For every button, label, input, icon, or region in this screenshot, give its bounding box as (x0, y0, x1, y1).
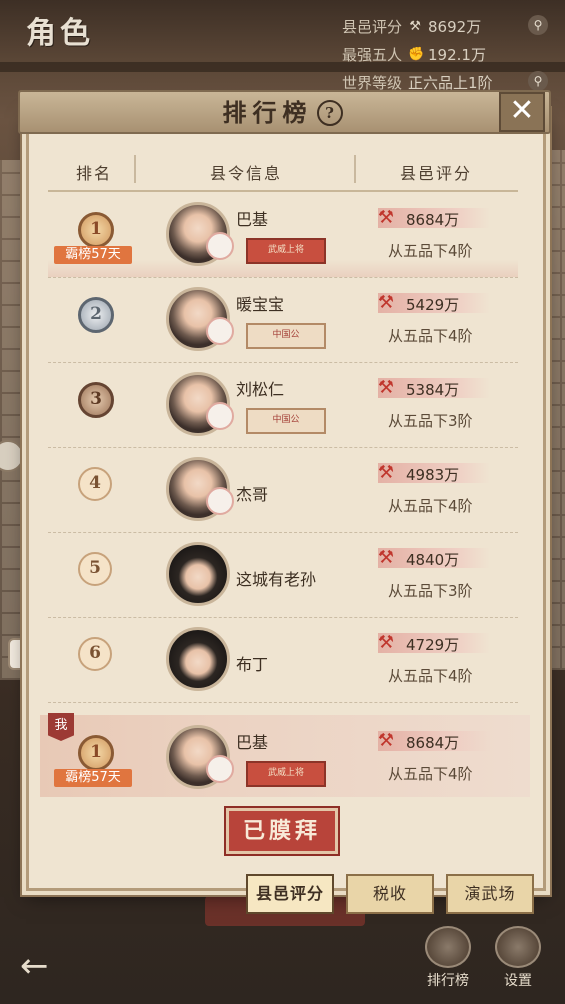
player-name: 暖宝宝 (236, 295, 285, 314)
rank-badge: 6 (78, 637, 112, 671)
stat-value: 8692万 (428, 18, 482, 36)
column-divider (134, 155, 136, 183)
table-row[interactable]: 1 霸榜57天 巴基 武威上将 ⚒ 8684万 从五品下4阶 (48, 192, 518, 278)
hammer-icon: ⚒ (377, 377, 395, 398)
gold-medal-icon: 1 (78, 735, 114, 771)
leaderboard-label: 排行榜 (427, 973, 469, 989)
avatar[interactable] (166, 542, 230, 606)
column-header-rank: 排名 (76, 164, 113, 183)
gear-icon (495, 926, 541, 968)
pet-icon (206, 402, 234, 430)
score-bar: ⚒ 5429万 (378, 292, 490, 314)
table-row[interactable]: 2 暖宝宝 中国公 ⚒ 5429万 从五品下4阶 (48, 277, 518, 363)
grade-text: 从五品下3阶 (388, 412, 473, 430)
hammer-icon: ⚒ (409, 18, 421, 34)
table-row[interactable]: 4 杰哥 ⚒ 4983万 从五品下4阶 (48, 447, 518, 533)
stat-label: 最强五人 (342, 46, 403, 64)
search-icon[interactable]: ⚲ (528, 71, 548, 91)
settings-button[interactable]: 设置 (490, 926, 546, 990)
stat-value: 192.1万 (428, 46, 486, 64)
search-icon[interactable]: ⚲ (528, 15, 548, 35)
title-badge: 武威上将 (246, 238, 326, 264)
grade-text: 从五品下3阶 (388, 582, 473, 600)
fist-icon: ✊ (408, 46, 425, 62)
player-name: 布丁 (236, 655, 269, 674)
back-arrow-icon[interactable]: ← (20, 946, 49, 986)
table-row[interactable]: 5 这城有老孙 ⚒ 4840万 从五品下3阶 (48, 532, 518, 618)
modal-title: 排行榜? (0, 93, 565, 128)
player-name: 刘松仁 (236, 380, 285, 399)
hammer-icon: ⚒ (377, 632, 395, 653)
column-header-info: 县令信息 (210, 164, 283, 183)
bronze-medal-icon: 3 (78, 382, 114, 418)
player-name: 杰哥 (236, 485, 269, 504)
leaderboard-button[interactable]: 排行榜 (420, 926, 476, 990)
grade-text: 从五品下4阶 (388, 327, 473, 345)
score-bar: ⚒ 4729万 (378, 632, 490, 654)
help-icon[interactable]: ? (316, 100, 343, 126)
score-bar: ⚒ 8684万 (378, 730, 490, 752)
score-bar: ⚒ 4983万 (378, 462, 490, 484)
streak-badge: 霸榜57天 (54, 246, 132, 264)
hammer-icon: ⚒ (377, 292, 395, 313)
column-header-score: 县邑评分 (400, 164, 473, 183)
hammer-icon: ⚒ (377, 207, 395, 228)
grade-text: 从五品下4阶 (388, 497, 473, 515)
leaderboard-icon (425, 926, 471, 968)
hammer-icon: ⚒ (377, 547, 395, 568)
score-bar: ⚒ 5384万 (378, 377, 490, 399)
stat-county-score: 县邑评分 ⚒ 8692万 (342, 16, 481, 37)
tab-tax[interactable]: 税收 (346, 874, 434, 914)
table-row[interactable]: 6 布丁 ⚒ 4729万 从五品下4阶 (48, 617, 518, 703)
me-tag: 我 (48, 713, 74, 741)
score-value: 4983万 (406, 466, 460, 484)
gold-medal-icon: 1 (78, 212, 114, 248)
settings-label: 设置 (504, 973, 532, 989)
title-badge: 中国公 (246, 408, 326, 434)
grade-text: 从五品下4阶 (388, 667, 473, 685)
tab-martial-arena[interactable]: 演武场 (446, 874, 534, 914)
stat-label: 县邑评分 (342, 18, 403, 36)
pet-icon (206, 317, 234, 345)
title-badge: 中国公 (246, 323, 326, 349)
tab-county-score[interactable]: 县邑评分 (246, 874, 334, 914)
score-value: 8684万 (406, 734, 460, 752)
player-name: 这城有老孙 (236, 570, 317, 589)
pet-icon (206, 487, 234, 515)
pet-icon (206, 755, 234, 783)
streak-badge: 霸榜57天 (54, 769, 132, 787)
hammer-icon: ⚒ (377, 462, 395, 483)
page-title: 角色 (26, 16, 94, 51)
table-row[interactable]: 3 刘松仁 中国公 ⚒ 5384万 从五品下3阶 (48, 362, 518, 448)
score-value: 8684万 (406, 211, 460, 229)
hammer-icon: ⚒ (377, 730, 395, 751)
grade-text: 从五品下4阶 (388, 242, 473, 260)
score-bar: ⚒ 8684万 (378, 207, 490, 229)
rank-badge: 4 (78, 467, 112, 501)
score-value: 5429万 (406, 296, 460, 314)
column-divider (354, 155, 356, 183)
score-value: 5384万 (406, 381, 460, 399)
grade-text: 从五品下4阶 (388, 765, 473, 783)
close-button[interactable]: ✕ (499, 92, 545, 132)
score-bar: ⚒ 4840万 (378, 547, 490, 569)
silver-medal-icon: 2 (78, 297, 114, 333)
my-rank-row[interactable]: 我 1 霸榜57天 巴基 武威上将 ⚒ 8684万 从五品下4阶 (40, 713, 530, 797)
title-badge: 武威上将 (246, 761, 326, 787)
player-name: 巴基 (236, 210, 269, 229)
avatar[interactable] (166, 627, 230, 691)
score-value: 4840万 (406, 551, 460, 569)
worshiped-button[interactable]: 已膜拜 (224, 806, 340, 856)
pet-icon (206, 232, 234, 260)
player-name: 巴基 (236, 733, 269, 752)
score-value: 4729万 (406, 636, 460, 654)
rank-badge: 5 (78, 552, 112, 586)
stat-top-five: 最强五人 ✊ 192.1万 (342, 44, 486, 65)
modal-title-text: 排行榜 (222, 98, 313, 127)
